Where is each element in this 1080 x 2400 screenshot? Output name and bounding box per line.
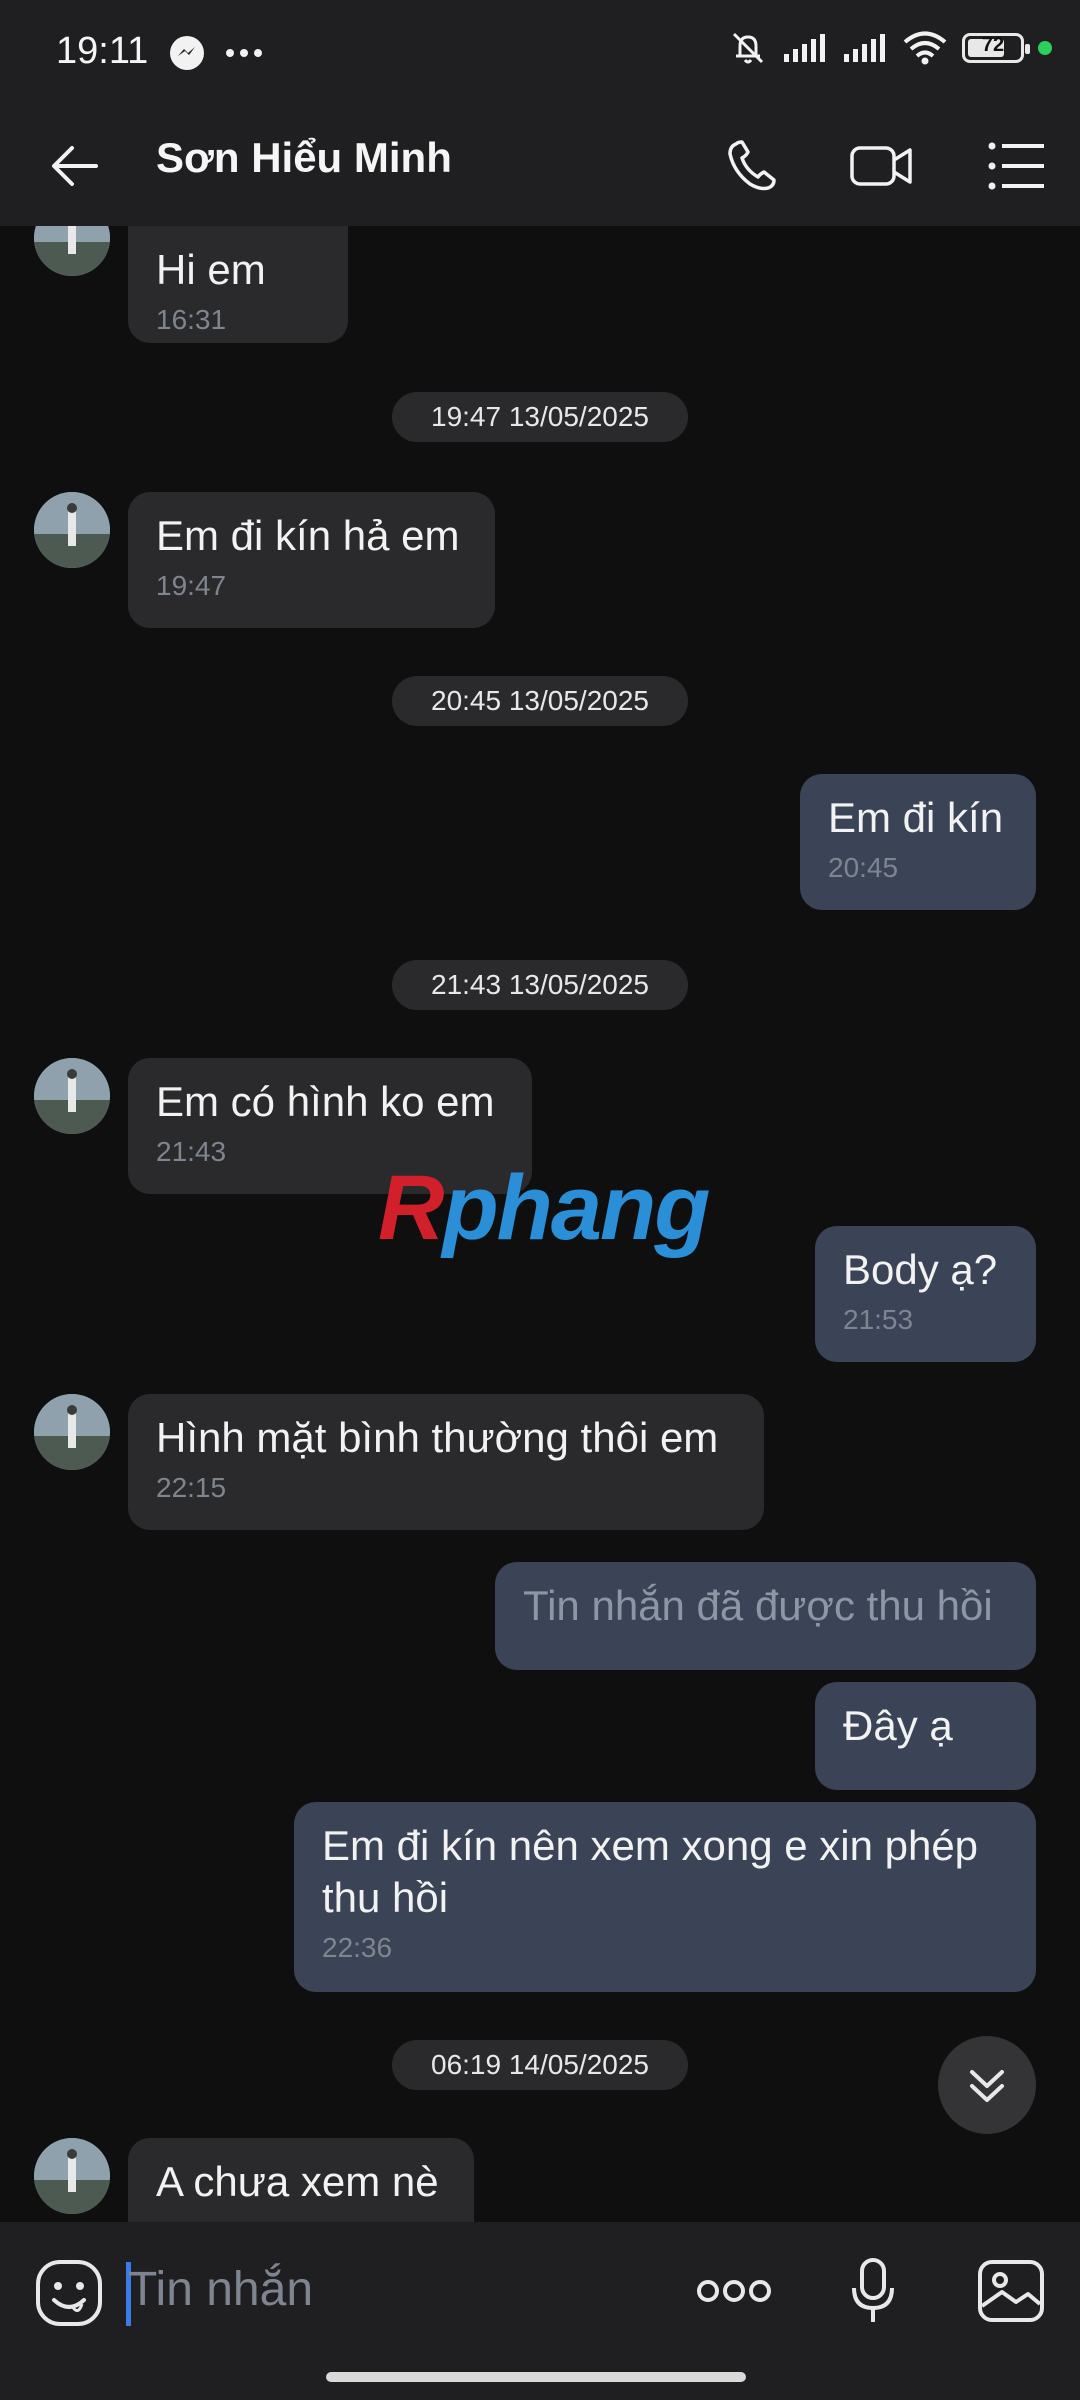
message-text: Em đi kín	[828, 794, 1004, 841]
outgoing-message[interactable]: Đây ạ	[815, 1682, 1036, 1790]
back-arrow-icon[interactable]	[46, 134, 110, 198]
date-separator: 20:45 13/05/2025	[392, 676, 688, 726]
double-chevron-down-icon	[970, 2070, 1004, 2102]
status-time: 19:11	[56, 30, 149, 72]
more-dots-icon	[226, 49, 262, 57]
video-call-icon[interactable]	[846, 130, 918, 202]
messenger-icon	[170, 36, 204, 70]
outgoing-message[interactable]: Em đi kín nên xem xong e xin phép thu hồ…	[294, 1802, 1036, 1992]
message-text: Em đi kín nên xem xong e xin phép thu hồ…	[322, 1822, 979, 1921]
message-input[interactable]: Tin nhắn	[128, 2262, 313, 2317]
menu-list-icon[interactable]	[980, 130, 1052, 202]
privacy-indicator-dot	[1038, 41, 1052, 55]
avatar[interactable]	[34, 1394, 110, 1470]
watermark-logo: Rphang	[378, 1157, 710, 1259]
scroll-to-bottom-button[interactable]	[938, 2036, 1036, 2134]
signal-icon-2	[844, 34, 885, 62]
chat-header: Sơn Hiểu Minh	[0, 106, 1080, 226]
outgoing-message[interactable]: Em đi kín 20:45	[800, 774, 1036, 910]
message-text: Body ạ?	[843, 1246, 998, 1293]
recalled-message[interactable]: Tin nhắn đã được thu hồi	[495, 1562, 1036, 1670]
status-right-icons: 72	[728, 28, 1052, 68]
avatar[interactable]	[34, 226, 110, 276]
status-bar: 19:11 72	[0, 0, 1080, 106]
incoming-message[interactable]: Hi em 16:31	[128, 226, 348, 343]
incoming-message[interactable]: Em đi kín hả em 19:47	[128, 492, 495, 628]
message-time: 21:53	[843, 1304, 914, 1335]
incoming-message[interactable]: A chưa xem nè	[128, 2138, 474, 2222]
status-left-icons	[168, 34, 264, 72]
message-text: Hình mặt bình thường thôi em	[156, 1414, 719, 1461]
date-separator: 21:43 13/05/2025	[392, 960, 688, 1010]
message-text: Hi em	[156, 246, 266, 293]
avatar[interactable]	[34, 2138, 110, 2214]
message-text: Đây ạ	[843, 1702, 953, 1749]
message-text: Em đi kín hả em	[156, 512, 460, 559]
message-time: 22:36	[322, 1932, 393, 1963]
battery-level: 72	[981, 34, 1005, 56]
battery-icon: 72	[962, 33, 1030, 63]
date-separator: 19:47 13/05/2025	[392, 392, 688, 442]
message-text: Em có hình ko em	[156, 1078, 495, 1125]
sticker-emoji-icon[interactable]	[34, 2258, 104, 2328]
more-options-icon[interactable]	[696, 2276, 772, 2306]
microphone-icon[interactable]	[848, 2256, 898, 2328]
avatar[interactable]	[34, 1058, 110, 1134]
incoming-message[interactable]: Hình mặt bình thường thôi em 22:15	[128, 1394, 764, 1530]
avatar[interactable]	[34, 492, 110, 568]
message-time: 22:15	[156, 1472, 227, 1503]
message-text: Tin nhắn đã được thu hồi	[523, 1582, 993, 1629]
image-gallery-icon[interactable]	[976, 2256, 1046, 2326]
message-text: A chưa xem nè	[156, 2158, 439, 2205]
contact-name[interactable]: Sơn Hiểu Minh	[156, 134, 452, 182]
message-time: 20:45	[828, 852, 899, 883]
message-time: 19:47	[156, 570, 227, 601]
mute-bell-icon	[732, 32, 764, 64]
home-indicator[interactable]	[326, 2372, 746, 2382]
wifi-icon	[903, 31, 947, 65]
message-time: 16:31	[156, 304, 227, 335]
outgoing-message[interactable]: Body ạ? 21:53	[815, 1226, 1036, 1362]
phone-call-icon[interactable]	[716, 130, 788, 202]
signal-icon	[784, 34, 825, 62]
message-list[interactable]: Hi em 16:31 19:47 13/05/2025 Em đi kín h…	[0, 226, 1080, 2222]
date-separator: 06:19 14/05/2025	[392, 2040, 688, 2090]
